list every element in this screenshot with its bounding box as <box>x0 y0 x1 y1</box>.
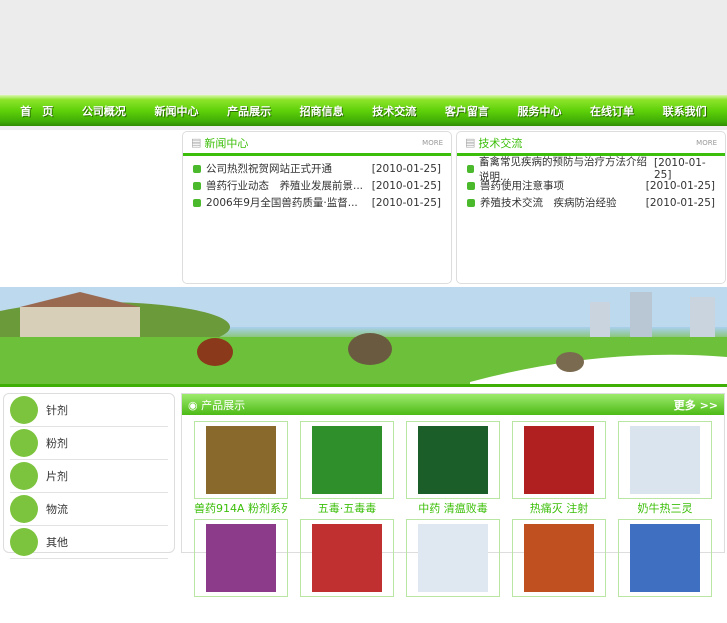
product-image[interactable] <box>618 421 712 499</box>
news-panel-right: ▤ 技术交流 MORE 畜禽常见疾病的预防与治疗方法介绍说明... [2010-01-… <box>456 131 726 284</box>
product-item[interactable] <box>300 519 394 617</box>
category-item[interactable]: 物流 <box>10 493 168 526</box>
more-link[interactable]: 更多 >> <box>674 397 718 413</box>
news-title[interactable]: 2006年9月全国兽药质量·监督... <box>206 195 358 210</box>
category-label: 物流 <box>46 503 68 516</box>
arrow-bullet-icon <box>467 181 475 190</box>
product-name[interactable]: 兽药914A 粉剂系列... <box>194 499 288 519</box>
news-item[interactable]: 公司热烈祝贺网站正式开通 [2010-01-25] <box>193 160 441 177</box>
main-nav: 首 页 公司概况 新闻中心 产品展示 招商信息 技术交流 客户留言 服务中心 在线订单 联系我们 <box>0 95 727 126</box>
product-image[interactable] <box>618 519 712 597</box>
product-image[interactable] <box>194 519 288 597</box>
product-image[interactable] <box>194 421 288 499</box>
category-label: 粉剂 <box>46 437 68 450</box>
news-panel-left: ▤ 新闻中心 MORE 公司热烈祝贺网站正式开通 [2010-01-25] 兽药行业动态… <box>182 131 452 284</box>
banner-image <box>0 287 727 387</box>
arrow-bullet-icon <box>467 164 475 173</box>
nav-item[interactable]: 联系我们 <box>663 103 707 119</box>
arrow-bullet-icon <box>467 198 475 207</box>
nav-item[interactable]: 首 页 <box>20 103 53 119</box>
nav-item[interactable]: 新闻中心 <box>154 103 198 119</box>
news-item[interactable]: 养殖技术交流 疾病防治经验 [2010-01-25] <box>467 194 715 211</box>
news-date: [2010-01-25] <box>653 156 706 181</box>
powder-bag-icon <box>10 429 38 457</box>
nav-item[interactable]: 客户留言 <box>445 103 489 119</box>
news-date: [2010-01-25] <box>371 162 441 175</box>
chat-icon: ▤ <box>465 136 476 149</box>
divider <box>0 126 727 130</box>
nav-item[interactable]: 公司概况 <box>82 103 126 119</box>
category-label: 其他 <box>46 536 68 549</box>
product-name[interactable]: 五毒·五毒毒 <box>300 499 394 519</box>
category-label: 片剂 <box>46 470 68 483</box>
more-link[interactable]: MORE <box>696 139 717 147</box>
arrow-bullet-icon <box>193 198 201 207</box>
product-item[interactable]: 兽药914A 粉剂系列... <box>194 421 288 519</box>
product-name[interactable] <box>300 597 394 617</box>
product-item[interactable] <box>618 519 712 617</box>
news-item[interactable]: 2006年9月全国兽药质量·监督... [2010-01-25] <box>193 194 441 211</box>
category-item[interactable]: 粉剂 <box>10 427 168 460</box>
more-link[interactable]: MORE <box>422 139 443 147</box>
category-item[interactable]: 其他 <box>10 526 168 559</box>
arrow-bullet-icon <box>193 181 201 190</box>
news-title[interactable]: 公司热烈祝贺网站正式开通 <box>206 161 332 176</box>
panel-title: 技术交流 <box>478 136 523 150</box>
category-sidebar: 针剂粉剂片剂物流其他 <box>3 393 175 559</box>
product-image[interactable] <box>300 421 394 499</box>
bullet-icon: ◉ <box>188 398 202 412</box>
product-item[interactable] <box>512 519 606 617</box>
product-name[interactable]: 热痛灭 注射 <box>512 499 606 519</box>
bottle-icon <box>10 528 38 556</box>
panel-title: 产品展示 <box>201 398 246 412</box>
product-item[interactable]: 中药 清瘟败毒 <box>406 421 500 519</box>
nav-item[interactable]: 在线订单 <box>590 103 634 119</box>
nav-item[interactable]: 产品展示 <box>227 103 271 119</box>
category-item[interactable]: 针剂 <box>10 394 168 427</box>
chat-icon: ▤ <box>191 136 202 149</box>
news-title[interactable]: 兽药使用注意事项 <box>480 178 564 193</box>
news-item[interactable]: 畜禽常见疾病的预防与治疗方法介绍说明... [2010-01-25] <box>467 156 715 183</box>
category-item[interactable]: 片剂 <box>10 460 168 493</box>
product-image[interactable] <box>406 519 500 597</box>
product-item[interactable] <box>406 519 500 617</box>
product-item[interactable]: 热痛灭 注射 <box>512 421 606 519</box>
arrow-bullet-icon <box>193 164 201 173</box>
news-date: [2010-01-25] <box>645 179 715 192</box>
news-date: [2010-01-25] <box>371 179 441 192</box>
header-blank <box>0 0 727 95</box>
product-name[interactable] <box>194 597 288 617</box>
product-name[interactable]: 中药 清瘟败毒 <box>406 499 500 519</box>
truck-icon <box>10 495 38 523</box>
product-image[interactable] <box>512 519 606 597</box>
nav-item[interactable]: 招商信息 <box>300 103 344 119</box>
news-title[interactable]: 兽药行业动态 养殖业发展前景... <box>206 178 363 193</box>
product-name[interactable] <box>512 597 606 617</box>
products-panel: ◉ 产品展示 更多 >> 兽药914A 粉剂系列... 五毒·五毒毒中药 清瘟败毒热… <box>181 393 725 597</box>
product-name[interactable] <box>618 597 712 617</box>
product-item[interactable]: 奶牛热三灵 <box>618 421 712 519</box>
news-title[interactable]: 养殖技术交流 疾病防治经验 <box>480 195 617 210</box>
syringe-icon <box>10 396 38 424</box>
news-date: [2010-01-25] <box>645 196 715 209</box>
product-image[interactable] <box>512 421 606 499</box>
nav-item[interactable]: 服务中心 <box>517 103 561 119</box>
nav-item[interactable]: 技术交流 <box>372 103 416 119</box>
product-image[interactable] <box>300 519 394 597</box>
product-name[interactable]: 奶牛热三灵 <box>618 499 712 519</box>
product-item[interactable] <box>194 519 288 617</box>
bottle-icon <box>10 462 38 490</box>
category-label: 针剂 <box>46 404 68 417</box>
product-image[interactable] <box>406 421 500 499</box>
product-item[interactable]: 五毒·五毒毒 <box>300 421 394 519</box>
news-item[interactable]: 兽药行业动态 养殖业发展前景... [2010-01-25] <box>193 177 441 194</box>
news-date: [2010-01-25] <box>371 196 441 209</box>
product-name[interactable] <box>406 597 500 617</box>
panel-title: 新闻中心 <box>204 136 249 150</box>
